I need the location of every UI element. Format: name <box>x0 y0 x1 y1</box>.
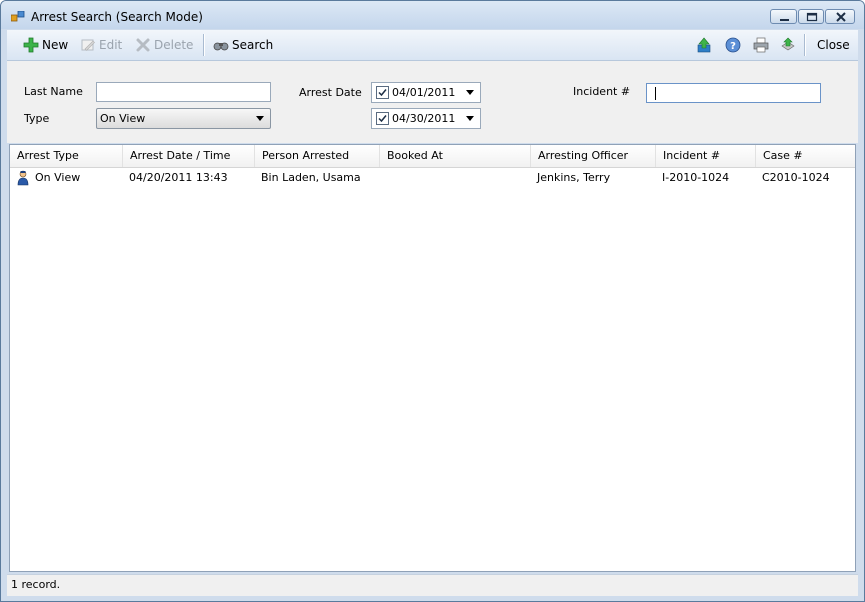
date-from-picker[interactable]: 04/01/2011 <box>371 82 481 103</box>
maximize-button[interactable] <box>798 9 824 24</box>
incident-input[interactable] <box>646 83 821 103</box>
app-icon <box>11 11 25 22</box>
plus-icon <box>23 37 39 53</box>
print-icon[interactable] <box>753 37 769 53</box>
date-to-value: 04/30/2011 <box>392 112 456 125</box>
window-title: Arrest Search (Search Mode) <box>31 10 203 24</box>
svg-text:?: ? <box>730 41 736 52</box>
date-from-value: 04/01/2011 <box>392 86 456 99</box>
grid-header: Arrest Type Arrest Date / Time Person Ar… <box>10 145 855 168</box>
edit-icon <box>81 39 95 51</box>
cell-incident-number: I-2010-1024 <box>662 171 730 184</box>
search-button[interactable]: Search <box>213 30 273 60</box>
search-filter-panel: Last Name Type On View Arrest Date 04/01… <box>7 61 858 143</box>
results-grid: Arrest Type Arrest Date / Time Person Ar… <box>9 144 856 572</box>
record-count: 1 record. <box>11 578 61 591</box>
date-to-checkbox[interactable] <box>376 112 389 125</box>
cell-arresting-officer: Jenkins, Terry <box>537 171 611 184</box>
chevron-down-icon[interactable] <box>466 90 474 95</box>
toolbar-separator <box>203 34 205 56</box>
binoculars-icon <box>213 42 229 51</box>
table-row[interactable]: On View 04/20/2011 13:43 Bin Laden, Usam… <box>10 168 855 188</box>
toolbar: New Edit Delete Search ? Close <box>7 30 858 61</box>
new-label: New <box>42 38 69 52</box>
export-icon[interactable] <box>780 37 796 53</box>
cell-case-number: C2010-1024 <box>762 171 830 184</box>
edit-button[interactable]: Edit <box>80 30 122 60</box>
close-icon <box>836 12 846 22</box>
close-window-button[interactable] <box>825 9 855 24</box>
minimize-button[interactable] <box>770 9 797 24</box>
col-booked-at[interactable]: Booked At <box>380 145 531 167</box>
close-label: Close <box>817 38 850 52</box>
maximize-icon <box>806 12 818 22</box>
col-arresting-officer[interactable]: Arresting Officer <box>531 145 656 167</box>
chevron-down-icon[interactable] <box>466 116 474 121</box>
chevron-down-icon <box>256 116 264 121</box>
toolbar-separator <box>804 34 806 56</box>
cell-arrest-date-time: 04/20/2011 13:43 <box>129 171 228 184</box>
upload-icon[interactable] <box>696 37 712 53</box>
delete-icon <box>136 38 150 52</box>
checkmark-icon <box>378 115 387 123</box>
person-icon <box>17 170 29 186</box>
delete-label: Delete <box>154 38 194 52</box>
cell-arrest-type: On View <box>35 171 81 184</box>
col-arrest-date-time[interactable]: Arrest Date / Time <box>123 145 255 167</box>
date-to-picker[interactable]: 04/30/2011 <box>371 108 481 129</box>
arrest-search-window: Arrest Search (Search Mode) New Edit Del… <box>0 0 865 602</box>
text-cursor <box>655 87 656 100</box>
help-icon[interactable]: ? <box>725 37 741 53</box>
col-incident-number[interactable]: Incident # <box>656 145 756 167</box>
last-name-label: Last Name <box>24 85 83 98</box>
col-person-arrested[interactable]: Person Arrested <box>255 145 380 167</box>
type-select[interactable]: On View <box>96 108 271 129</box>
checkmark-icon <box>378 89 387 97</box>
status-bar: 1 record. <box>7 574 858 596</box>
edit-label: Edit <box>99 38 123 52</box>
title-bar[interactable]: Arrest Search (Search Mode) <box>1 1 864 29</box>
cell-person-arrested: Bin Laden, Usama <box>261 171 361 184</box>
col-case-number[interactable]: Case # <box>756 145 855 167</box>
type-value: On View <box>100 112 146 125</box>
type-label: Type <box>24 112 50 125</box>
col-arrest-type[interactable]: Arrest Type <box>10 145 123 167</box>
date-from-checkbox[interactable] <box>376 86 389 99</box>
arrest-date-label: Arrest Date <box>299 86 362 99</box>
delete-button[interactable]: Delete <box>135 30 193 60</box>
incident-label: Incident # <box>573 85 631 98</box>
close-button[interactable]: Close <box>817 30 850 60</box>
new-button[interactable]: New <box>23 30 68 60</box>
search-label: Search <box>232 38 274 52</box>
last-name-input[interactable] <box>96 82 271 102</box>
minimize-icon <box>780 19 789 21</box>
